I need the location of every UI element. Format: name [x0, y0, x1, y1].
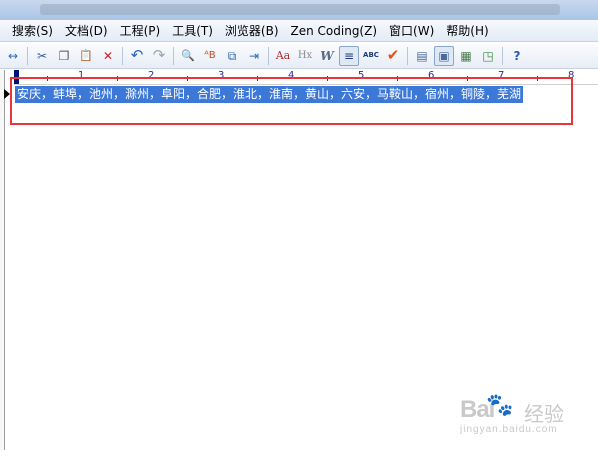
menu-document[interactable]: 文档(D) [59, 22, 114, 39]
undo-icon[interactable]: ↶ [127, 46, 147, 66]
redo-icon[interactable]: ↷ [149, 46, 169, 66]
menu-search[interactable]: 搜索(S) [6, 22, 59, 39]
toolbar-separator [407, 46, 408, 65]
watermark-chinese: 经验 [524, 404, 564, 426]
word-wrap-icon[interactable]: W [317, 46, 337, 66]
copy-icon[interactable]: ❐ [54, 46, 74, 66]
menu-project[interactable]: 工程(P) [114, 22, 167, 39]
goto-line-icon[interactable]: ⇥ [244, 46, 264, 66]
check-icon[interactable]: ✔ [383, 46, 403, 66]
font-icon[interactable]: Aa [273, 46, 293, 66]
paw-icon: 🐾 [486, 392, 514, 417]
editor-gutter [0, 70, 5, 450]
replace-icon[interactable]: ᴬB [200, 46, 220, 66]
menu-help[interactable]: 帮助(H) [440, 22, 494, 39]
menu-browser[interactable]: 浏览器(B) [219, 22, 285, 39]
title-bar-blurred [40, 4, 560, 15]
menu-window[interactable]: 窗口(W) [383, 22, 440, 39]
toolbar-separator [122, 46, 123, 65]
annotation-highlight-box [10, 77, 573, 125]
find-in-files-icon[interactable]: ⧉ [222, 46, 242, 66]
toolbar-separator [268, 46, 269, 65]
menu-bar: 搜索(S) 文档(D) 工程(P) 工具(T) 浏览器(B) Zen Codin… [0, 20, 598, 42]
menu-zen-coding[interactable]: Zen Coding(Z) [285, 24, 384, 38]
paste-icon[interactable]: 📋 [76, 46, 96, 66]
output-window-icon[interactable]: ▣ [434, 45, 454, 66]
toolbar-separator [27, 46, 28, 65]
browser-preview-icon[interactable]: ◳ [478, 46, 498, 66]
toolbar: ↔ ✂ ❐ 📋 ✕ ↶ ↷ 🔍 ᴬB ⧉ ⇥ Aa Hx W ≡ ABC ✔ ▤… [0, 43, 598, 69]
help-icon[interactable]: ? [507, 46, 527, 66]
cut-icon[interactable]: ✂ [32, 46, 52, 66]
explorer-icon[interactable]: ▦ [456, 46, 476, 66]
html-heading-icon[interactable]: Hx [295, 46, 315, 66]
delete-icon[interactable]: ✕ [98, 46, 118, 66]
menu-tools[interactable]: 工具(T) [166, 22, 219, 39]
spell-check-icon[interactable]: ABC [361, 46, 381, 66]
line-numbers-icon[interactable]: ≡ [339, 45, 359, 66]
document-list-icon[interactable]: ▤ [412, 46, 432, 66]
window-title-bar [0, 0, 598, 20]
split-view-icon[interactable]: ↔ [3, 46, 23, 66]
find-icon[interactable]: 🔍 [178, 46, 198, 66]
watermark-url: jingyan.baidu.com [460, 424, 558, 435]
toolbar-separator [502, 46, 503, 65]
baidu-watermark: Bai 🐾 经验 jingyan.baidu.com [438, 388, 588, 440]
toolbar-separator [173, 46, 174, 65]
